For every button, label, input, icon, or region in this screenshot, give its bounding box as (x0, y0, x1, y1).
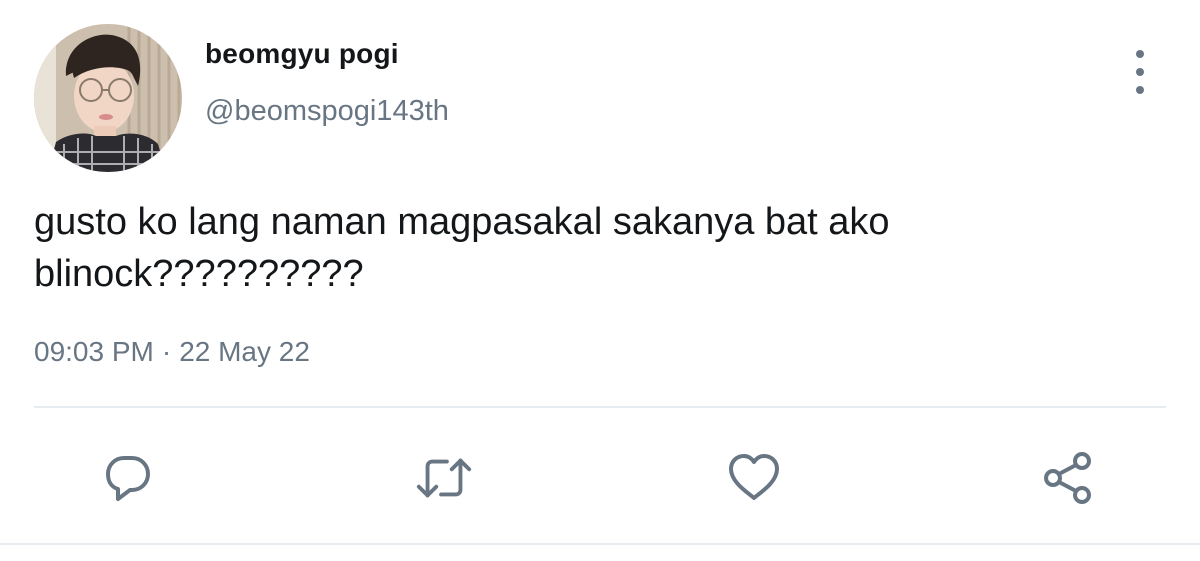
heart-icon (729, 454, 779, 500)
share-button[interactable] (1038, 448, 1098, 508)
bottom-border (0, 543, 1200, 545)
reply-button[interactable] (98, 448, 158, 508)
tweet-meta: 09:03 PM · 22 May 22 (34, 336, 310, 368)
tweet-text: gusto ko lang naman magpasakal sakanya b… (34, 201, 890, 295)
like-button[interactable] (724, 448, 784, 508)
avatar-image (34, 24, 182, 172)
tweet-card: beomgyu pogi @beomspogi143th gusto ko la… (0, 0, 1200, 561)
tweet-date: 22 May 22 (179, 336, 310, 367)
avatar[interactable] (34, 24, 182, 172)
divider (34, 406, 1166, 408)
user-handle[interactable]: @beomspogi143th (205, 95, 449, 128)
retweet-icon (416, 458, 472, 498)
share-icon (1044, 452, 1091, 504)
tweet-time: 09:03 PM (34, 336, 154, 367)
more-options-button[interactable] (1122, 50, 1158, 94)
reply-icon (106, 456, 150, 501)
meta-separator: · (161, 336, 172, 367)
display-name[interactable]: beomgyu pogi (205, 38, 399, 70)
more-vertical-icon (1136, 50, 1144, 58)
retweet-button[interactable] (414, 448, 474, 508)
more-vertical-icon-dot (1136, 86, 1144, 94)
more-vertical-icon-dot (1136, 68, 1144, 76)
